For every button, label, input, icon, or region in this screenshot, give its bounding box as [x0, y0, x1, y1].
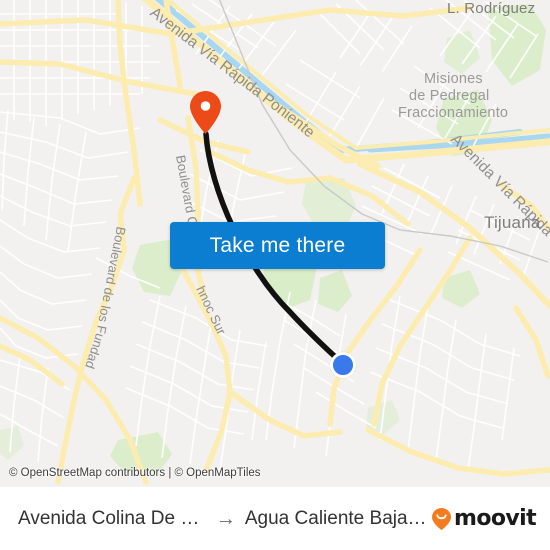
route-destination-label: Agua Caliente Baja Calif... [244, 507, 431, 529]
map-canvas[interactable]: Avenida Vía Rápida Poniente Avenida Vía … [0, 0, 550, 487]
arrow-right-icon: → [215, 507, 236, 530]
moovit-wordmark: moovit [454, 506, 537, 531]
destination-dot-icon[interactable] [330, 352, 356, 378]
bottom-bar: Avenida Colina De Las V... → Agua Calien… [0, 487, 550, 550]
take-me-there-button[interactable]: Take me there [170, 222, 385, 269]
moovit-logo[interactable]: moovit [431, 506, 537, 531]
route-summary[interactable]: Avenida Colina De Las V... → Agua Calien… [18, 508, 431, 530]
moovit-map-screen: Avenida Vía Rápida Poniente Avenida Vía … [0, 0, 550, 550]
origin-pin-icon[interactable] [189, 90, 222, 135]
map-attribution[interactable]: © OpenStreetMap contributors | © OpenMap… [9, 467, 261, 479]
map-attribution-text: © OpenStreetMap contributors | © OpenMap… [9, 467, 261, 479]
route-origin-label: Avenida Colina De Las V... [18, 507, 207, 529]
moovit-pin-icon [431, 507, 452, 531]
